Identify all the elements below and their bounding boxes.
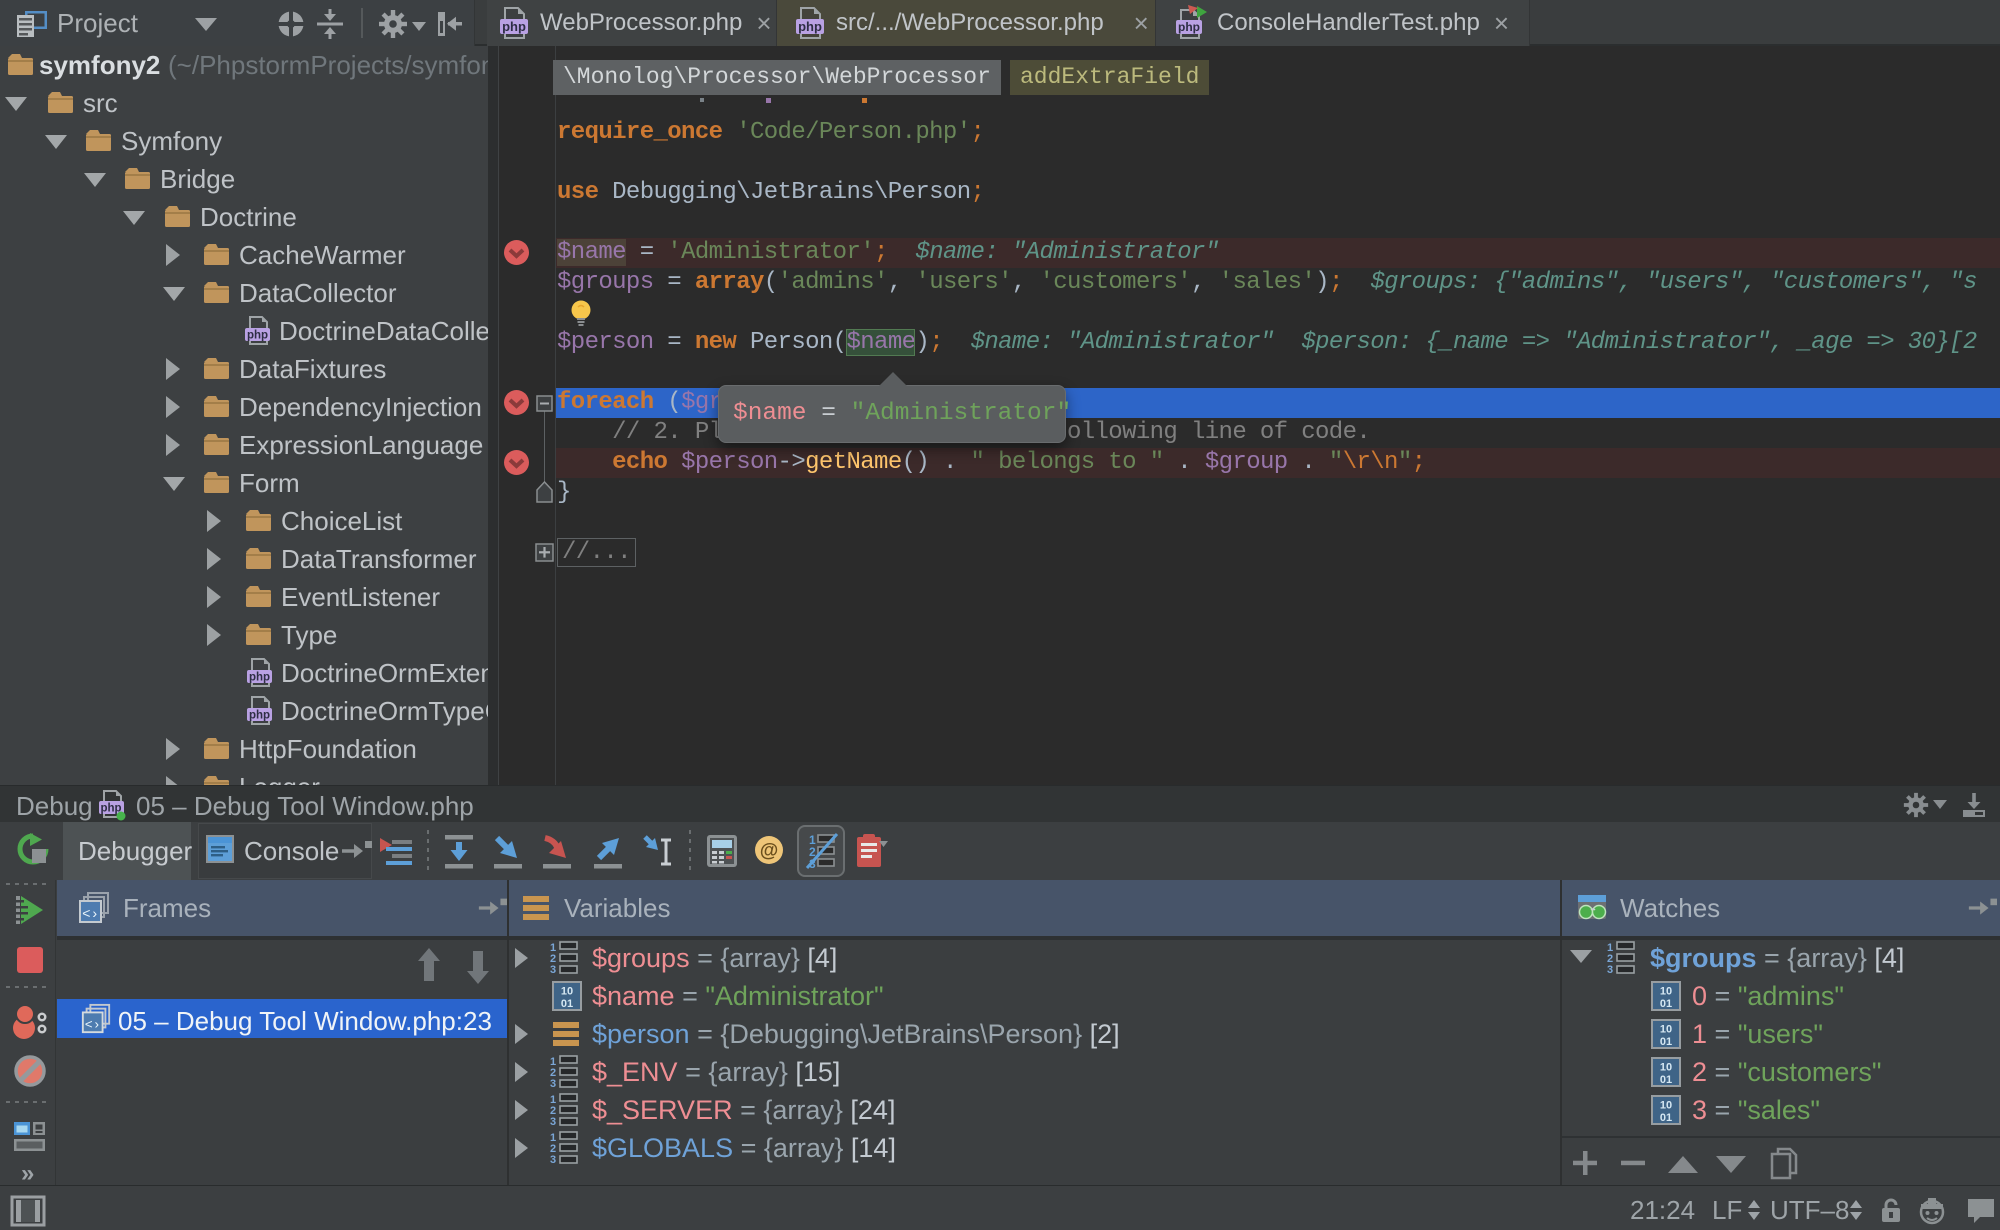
svg-text:10: 10 — [1660, 1100, 1672, 1112]
svg-text:3: 3 — [1607, 964, 1613, 976]
svg-text:php: php — [249, 710, 270, 722]
svg-text:php: php — [247, 330, 268, 342]
svg-text:01: 01 — [1660, 1074, 1672, 1086]
svg-text:php: php — [1178, 20, 1200, 34]
svg-text:php: php — [502, 19, 526, 34]
svg-text:<›: <› — [82, 907, 99, 923]
svg-text:01: 01 — [1660, 1036, 1672, 1048]
svg-text:php: php — [798, 19, 822, 34]
svg-text:php: php — [249, 672, 270, 684]
svg-text:@: @ — [760, 841, 779, 862]
svg-text:01: 01 — [1660, 1112, 1672, 1124]
svg-text:10: 10 — [1660, 1024, 1672, 1036]
svg-text:10: 10 — [1660, 1062, 1672, 1074]
svg-text:10: 10 — [1660, 986, 1672, 998]
svg-text:01: 01 — [1660, 998, 1672, 1010]
